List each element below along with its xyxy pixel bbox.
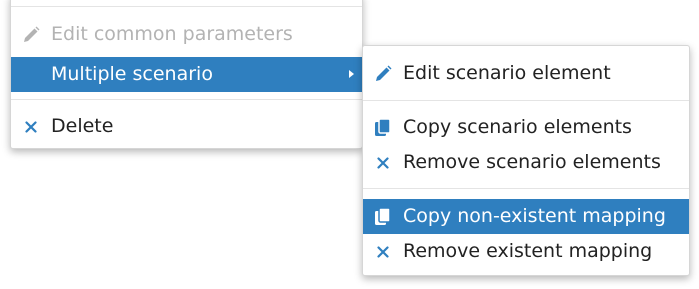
menu-item-label: Copy scenario elements [403,116,632,138]
pencil-icon [372,56,394,91]
menu-item-multiple-scenario[interactable]: Multiple scenario [11,57,362,92]
context-menu: Edit common parameters Multiple scenario… [10,0,363,149]
menu-divider [11,6,362,7]
close-icon [20,109,42,144]
menu-item-label: Multiple scenario [51,63,213,85]
copy-icon [372,110,394,145]
pencil-icon [20,17,42,52]
menu-divider [363,100,689,101]
submenu-item-edit-scenario-element[interactable]: Edit scenario element [363,56,689,91]
close-icon [372,234,394,269]
menu-item-label: Delete [51,115,114,137]
submenu-item-remove-existent-mapping[interactable]: Remove existent mapping [363,234,689,269]
menu-divider [11,99,362,100]
menu-divider [363,188,689,189]
chevron-right-icon [349,70,354,78]
menu-item-label: Copy non-existent mapping [403,205,666,227]
menu-item-label: Remove scenario elements [403,151,661,173]
submenu: Edit scenario element Copy scenario elem… [362,45,690,276]
copy-icon [372,199,394,234]
submenu-item-copy-non-existent-mapping[interactable]: Copy non-existent mapping [363,199,689,234]
menu-item-delete[interactable]: Delete [11,109,362,144]
submenu-item-remove-scenario-elements[interactable]: Remove scenario elements [363,145,689,180]
close-icon [372,145,394,180]
submenu-item-copy-scenario-elements[interactable]: Copy scenario elements [363,110,689,145]
menu-item-label: Edit scenario element [403,62,611,84]
menu-item-edit-common-parameters[interactable]: Edit common parameters [11,17,362,52]
menu-item-label: Remove existent mapping [403,240,653,262]
menu-item-label: Edit common parameters [51,23,293,45]
